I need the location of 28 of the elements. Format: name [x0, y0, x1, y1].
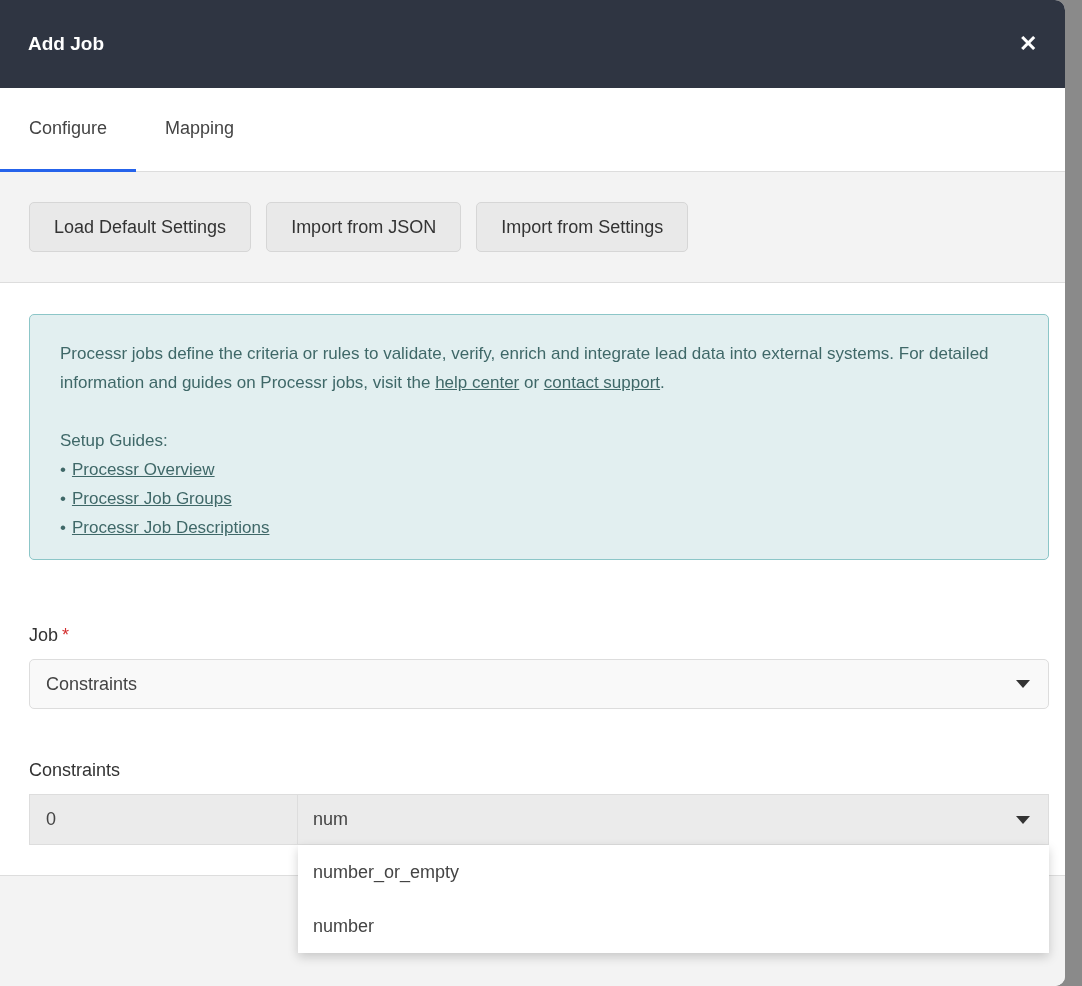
- guide-link[interactable]: Processr Job Descriptions: [71, 513, 270, 542]
- caret-icon: [1016, 815, 1030, 824]
- setup-guides-label: Setup Guides:: [60, 430, 169, 452]
- toolbar-button[interactable]: Load Default Settings: [29, 202, 252, 252]
- toolbar-button[interactable]: Import from Settings: [476, 202, 689, 252]
- help-center-link[interactable]: help center: [435, 373, 520, 392]
- close-button[interactable]: ✕: [1019, 33, 1037, 55]
- caret-icon: [1016, 680, 1030, 688]
- dropdown-option[interactable]: number_or_empty: [298, 845, 1049, 899]
- tab[interactable]: Mapping: [136, 88, 264, 172]
- info-text: Processr jobs define the criteria or rules to validate, verify, enrich and integrate lead data into external systems. For detailed information and guides on Processr jobs, visit the help center or contact support.: [60, 343, 990, 394]
- guide-link[interactable]: Processr Overview: [71, 455, 215, 484]
- index-field[interactable]: 0: [29, 794, 298, 845]
- constraint-select[interactable]: num: [298, 794, 1049, 845]
- bullet: •: [60, 488, 66, 510]
- select-value: num: [313, 808, 348, 831]
- select-value: Constraints: [46, 672, 138, 696]
- dialog-title: Add Job: [28, 31, 104, 56]
- job-select[interactable]: Constraints: [29, 659, 1049, 709]
- contact-support-link[interactable]: contact support: [543, 373, 661, 392]
- bullet: •: [60, 459, 66, 481]
- dropdown-option[interactable]: number: [298, 899, 1049, 953]
- constraints-label: Constraints: [29, 759, 122, 782]
- bullet: •: [60, 517, 66, 539]
- job-label: Job: [29, 625, 59, 645]
- guide-link[interactable]: Processr Job Groups: [71, 484, 232, 513]
- required-asterisk: *: [62, 625, 70, 645]
- toolbar-button[interactable]: Import from JSON: [266, 202, 462, 252]
